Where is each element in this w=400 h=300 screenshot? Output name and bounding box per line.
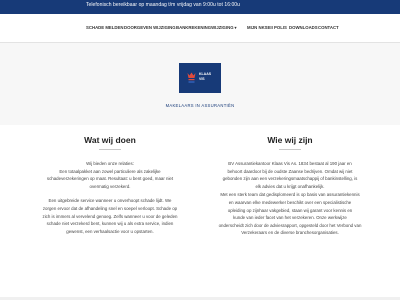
intro-paragraph: Wij bieden onze relaties: Een totaalpakk… — [46, 161, 174, 189]
about-paragraph: BV Assurantiekantoor Klaas Vis As. 1834 … — [222, 161, 358, 189]
nav-doorgeven-wijziging[interactable]: DOORGEVEN WIJZIGING — [124, 25, 176, 30]
team-paragraph: Met een sterk team dat gedisplomeerd is … — [218, 192, 362, 236]
nav-bankrekeningwijziging[interactable]: BANKREKENINGWIJZIGING▾ — [176, 25, 237, 30]
crown-icon — [187, 72, 196, 83]
company-tagline: MAKELAARS IN ASSURANTIËN — [165, 103, 235, 108]
heading-divider — [279, 149, 301, 150]
company-logo[interactable]: KLAAS VIS — [179, 63, 221, 93]
section-heading: Wie wij zijn — [267, 135, 313, 145]
service-paragraph: Een uitgebreide service wanneer u onverh… — [42, 198, 178, 234]
nav-schade-melden[interactable]: SCHADE MELDEN — [86, 25, 123, 30]
nav-bankrekeningwijziging-label: BANKREKENINGWIJZIGING — [176, 25, 234, 30]
chevron-down-icon: ▾ — [234, 25, 237, 30]
heading-divider — [99, 149, 121, 150]
nav-mijn-polis[interactable]: MIJN NKSEII POLIS — [247, 25, 287, 30]
section-wie-wij-zijn: Wie wij zijn BV Assurantiekantoor Klaas … — [200, 135, 380, 237]
nav-downloads[interactable]: DOWNLOADS — [289, 25, 318, 30]
opening-hours-text: Telefonisch bereikbaar op maandag t/m vr… — [86, 2, 240, 8]
main-navigation: SCHADE MELDEN DOORGEVEN WIJZIGING BANKRE… — [0, 14, 400, 43]
logo-wordmark: KLAAS VIS — [199, 72, 212, 81]
top-info-bar: Telefonisch bereikbaar op maandag t/m vr… — [0, 0, 400, 14]
section-heading: Wat wij doen — [84, 135, 136, 145]
nav-contact[interactable]: CONTACT — [318, 25, 339, 30]
section-wat-wij-doen: Wat wij doen Wij bieden onze relaties: E… — [20, 135, 200, 235]
